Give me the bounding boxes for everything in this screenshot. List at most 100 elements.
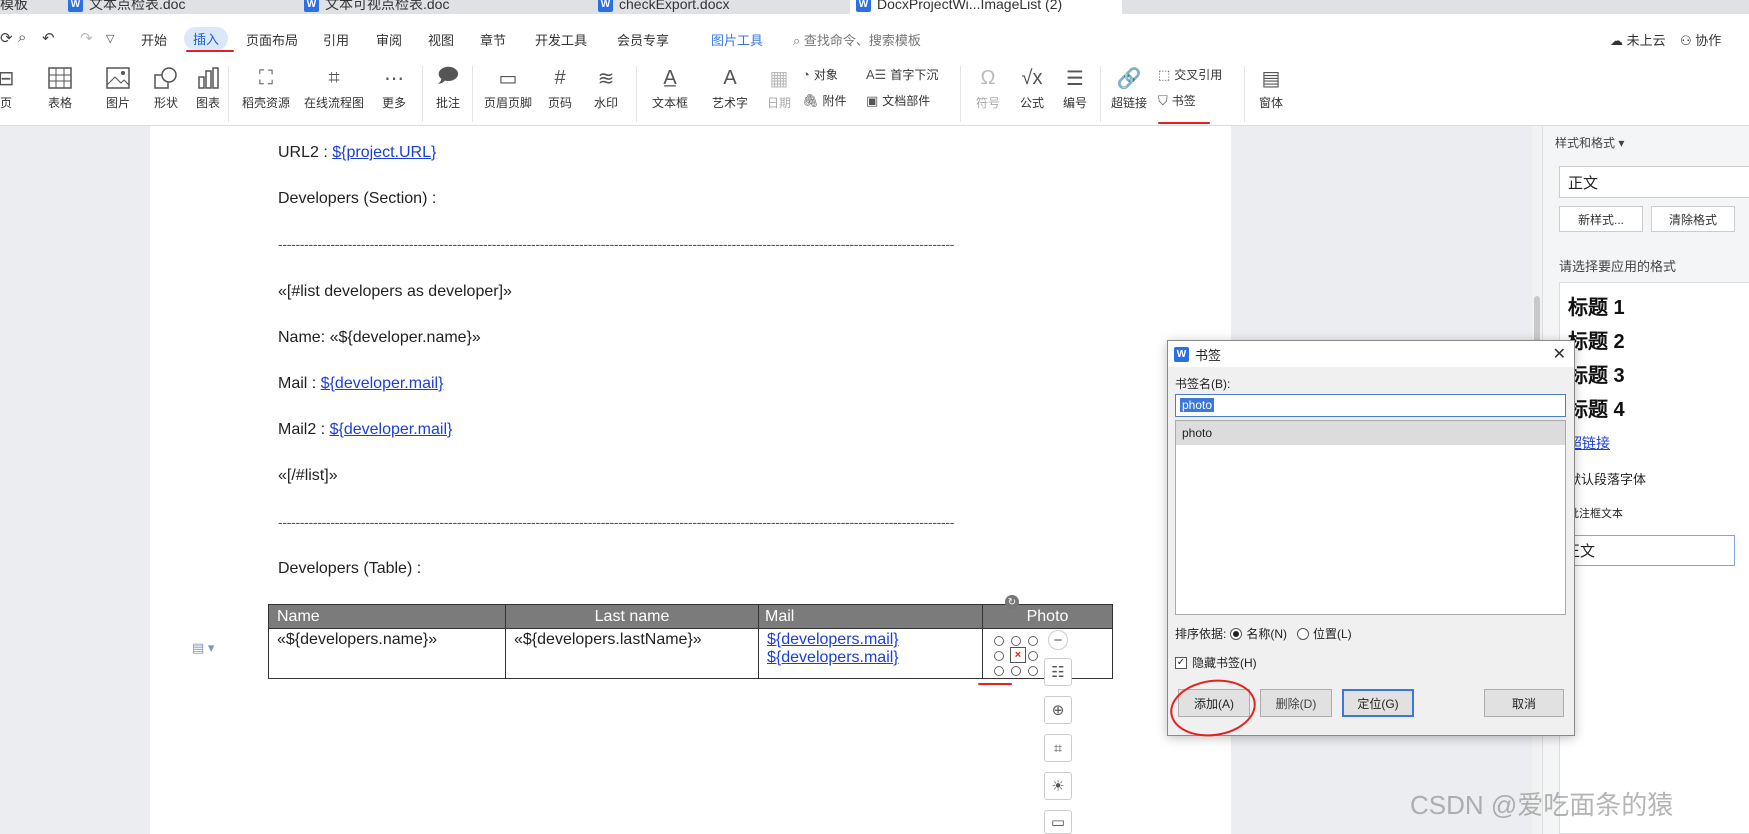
resize-handle[interactable] — [1028, 666, 1038, 676]
hide-bookmarks-checkbox[interactable]: ✓ — [1175, 656, 1187, 669]
page-number-button[interactable]: # 页码 — [542, 62, 578, 111]
textbox-button[interactable]: A̲ 文本框 — [648, 62, 692, 111]
tab-doc2[interactable]: W 文本可视点检表.doc — [304, 0, 449, 14]
docpart-button[interactable]: ▣ 文档部件 — [866, 92, 930, 109]
symbol-button[interactable]: Ω 符号 — [970, 62, 1006, 111]
bookmark-list[interactable]: photo — [1175, 420, 1566, 615]
zoom-in-icon[interactable]: ⊕ — [1044, 696, 1072, 724]
delete-button[interactable]: 删除(D) — [1260, 689, 1332, 717]
command-search[interactable]: ⌕ 查找命令、搜索模板 — [793, 30, 921, 49]
menu-view[interactable]: 视图 — [428, 30, 454, 49]
menu-chapter[interactable]: 章节 — [480, 30, 506, 49]
rotate-handle-icon[interactable]: ↻ — [1005, 595, 1019, 609]
style-heading-1[interactable]: 标题 1 — [1568, 291, 1625, 320]
header-footer-button[interactable]: ▭ 页眉页脚 — [482, 62, 534, 111]
preview-icon[interactable]: ⌕ — [18, 29, 26, 46]
redo-icon[interactable]: ↷ — [80, 29, 93, 47]
style-heading-2[interactable]: 标题 2 — [1568, 325, 1625, 354]
cell-mail-link-1[interactable]: ${developers.mail} — [767, 631, 974, 649]
mail-link[interactable]: ${developer.mail} — [321, 375, 444, 392]
window-button[interactable]: ▤ 窗体 — [1254, 62, 1288, 111]
attachment-button[interactable]: 🖇 附件 — [802, 92, 847, 109]
resize-handle[interactable] — [994, 651, 1004, 661]
resize-handle[interactable] — [994, 666, 1004, 676]
lightbulb-icon[interactable]: ☀ — [1044, 772, 1072, 800]
pane-title[interactable]: 样式和格式 ▾ — [1555, 134, 1624, 151]
quick-access-dropdown-icon[interactable]: ▽ — [106, 32, 114, 45]
cell-mail[interactable]: ${developers.mail} ${developers.mail} — [758, 628, 983, 679]
style-body[interactable]: 正文 — [1560, 535, 1735, 566]
style-heading-4[interactable]: 标题 4 — [1568, 393, 1625, 422]
resize-handle[interactable] — [1028, 636, 1038, 646]
formula-button[interactable]: √x 公式 — [1014, 62, 1050, 111]
document-page[interactable]: URL2 : ${project.URL} Developers (Sectio… — [150, 126, 1231, 834]
goto-button[interactable]: 定位(G) — [1342, 689, 1414, 717]
collab-button[interactable]: ⚇ 协作 — [1680, 30, 1721, 49]
selected-image[interactable]: × — [994, 636, 1038, 676]
cloud-status[interactable]: ☁ 未上云 — [1610, 30, 1666, 49]
paragraph-marker-icon[interactable]: ▤ ▾ — [192, 640, 214, 656]
flowchart-button[interactable]: ⌗ 在线流程图 — [302, 62, 366, 111]
style-annotation[interactable]: 批注框文本 — [1568, 505, 1623, 521]
cell-last-name[interactable]: «${developers.lastName}» — [505, 628, 759, 679]
picture-button[interactable]: 图片 — [98, 62, 138, 111]
url2-link[interactable]: ${project.URL} — [332, 144, 436, 161]
date-button[interactable]: ▦ 日期 — [764, 62, 794, 111]
wordart-button[interactable]: A 艺术字 — [706, 62, 754, 111]
sort-by-name-radio[interactable] — [1230, 627, 1243, 640]
menu-page-layout[interactable]: 页面布局 — [246, 30, 298, 49]
menu-member[interactable]: 会员专享 — [617, 30, 669, 49]
new-style-button[interactable]: 新样式... — [1559, 206, 1643, 232]
hyperlink-button[interactable]: 🔗 超链接 — [1108, 62, 1150, 111]
style-heading-3[interactable]: 标题 3 — [1568, 359, 1625, 388]
menu-references[interactable]: 引用 — [323, 30, 349, 49]
style-default-font[interactable]: 默认段落字体 — [1568, 469, 1646, 488]
menu-review[interactable]: 审阅 — [376, 30, 402, 49]
crossref-button[interactable]: ⬚ 交叉引用 — [1158, 66, 1222, 83]
comment-button[interactable]: 🗩 批注 — [434, 62, 462, 111]
numbering-button[interactable]: ☰ 编号 — [1060, 62, 1090, 111]
sort-by-position-label[interactable]: 位置(L) — [1313, 625, 1352, 642]
tab-template[interactable]: 模板 — [0, 0, 28, 14]
layout-options-icon[interactable]: ☷ — [1044, 658, 1072, 686]
shape-button[interactable]: 形状 — [146, 62, 186, 111]
clear-format-button[interactable]: 清除格式 — [1651, 206, 1735, 232]
tab-doc3[interactable]: WcheckExport.docx — [598, 0, 730, 14]
save-icon[interactable]: ⟳ — [0, 29, 13, 47]
menu-insert[interactable]: 插入 — [184, 27, 229, 50]
page-button[interactable]: ⊟ 页 — [0, 62, 16, 111]
tab-doc4-active[interactable]: W DocxProjectWi...ImageList (2) — [850, 0, 1122, 14]
resize-handle[interactable] — [994, 636, 1004, 646]
close-icon[interactable]: ✕ — [1553, 344, 1566, 364]
hide-bookmarks-label[interactable]: 隐藏书签(H) — [1192, 654, 1257, 671]
cell-mail-link-2[interactable]: ${developers.mail} — [767, 649, 974, 667]
object-button[interactable]: ◔ 对象 — [802, 66, 838, 83]
sort-by-name-label[interactable]: 名称(N) — [1246, 625, 1287, 642]
resources-button[interactable]: ⛶ 稻壳资源 — [240, 62, 292, 111]
undo-icon[interactable]: ↶ — [42, 29, 55, 47]
collapse-icon[interactable]: − — [1048, 630, 1068, 650]
menu-picture-tools[interactable]: 图片工具 — [711, 30, 763, 49]
bookmark-button[interactable]: ⛉ 书签 — [1158, 92, 1196, 109]
list-item[interactable]: photo — [1176, 421, 1565, 445]
sort-by-position-radio[interactable] — [1297, 627, 1310, 640]
mail2-link[interactable]: ${developer.mail} — [330, 421, 453, 438]
bookmark-name-input[interactable]: photo — [1175, 394, 1566, 417]
menu-dev-tools[interactable]: 开发工具 — [535, 30, 587, 49]
crop-icon[interactable]: ⌗ — [1044, 734, 1072, 762]
current-style-box[interactable]: 正文 — [1559, 166, 1749, 198]
menu-home[interactable]: 开始 — [141, 30, 167, 49]
tab-doc1[interactable]: W 文本点检表.doc — [68, 0, 185, 14]
resize-handle[interactable] — [1028, 651, 1038, 661]
resize-handle[interactable] — [1011, 666, 1021, 676]
docpart-icon: ▣ — [866, 92, 879, 108]
chart-button[interactable]: 图表 — [194, 62, 222, 111]
cell-name[interactable]: «${developers.name}» — [268, 628, 506, 679]
cancel-button[interactable]: 取消 — [1484, 689, 1564, 717]
dropcap-button[interactable]: A☰ 首字下沉 — [866, 66, 938, 83]
more-tools-icon[interactable]: ▭ — [1044, 810, 1072, 834]
more-button[interactable]: ⋯ 更多 — [376, 62, 412, 111]
watermark-button[interactable]: ≋ 水印 — [588, 62, 624, 111]
table-button[interactable]: 表格 — [40, 62, 80, 111]
resize-handle[interactable] — [1011, 636, 1021, 646]
